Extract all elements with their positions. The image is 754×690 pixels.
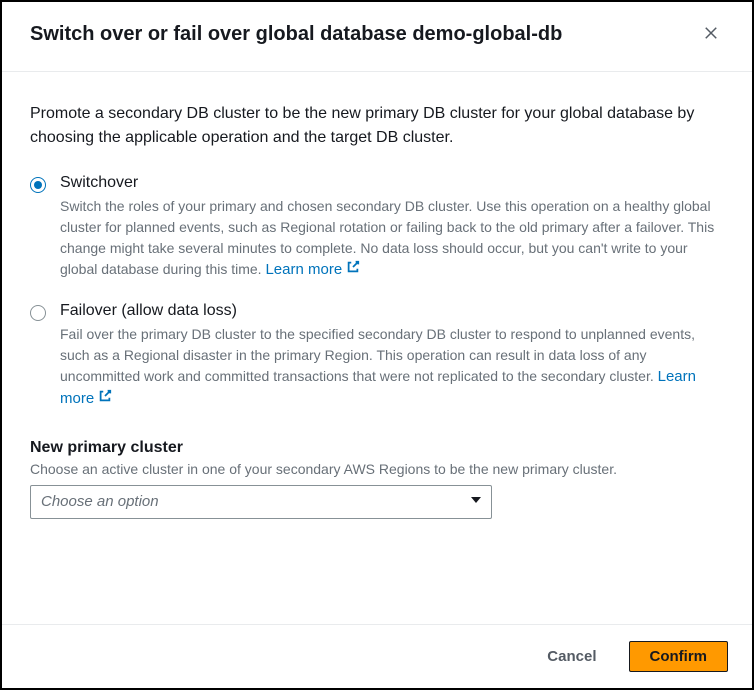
modal-body: Promote a secondary DB cluster to be the… xyxy=(2,72,752,624)
close-button[interactable] xyxy=(698,20,724,49)
external-link-icon xyxy=(98,388,112,411)
close-icon xyxy=(702,30,720,45)
cluster-field-label: New primary cluster xyxy=(30,439,724,457)
switchover-learn-more-link[interactable]: Learn more xyxy=(265,261,360,278)
switchover-description: Switch the roles of your primary and cho… xyxy=(60,196,724,282)
switchover-failover-modal: Switch over or fail over global database… xyxy=(2,2,752,688)
switchover-content: Switchover Switch the roles of your prim… xyxy=(60,174,724,282)
operation-radio-group: Switchover Switch the roles of your prim… xyxy=(30,174,724,411)
cluster-select[interactable]: Choose an option xyxy=(30,485,492,519)
modal-title: Switch over or fail over global database… xyxy=(30,23,562,46)
failover-description: Fail over the primary DB cluster to the … xyxy=(60,324,724,411)
cancel-button[interactable]: Cancel xyxy=(527,641,616,672)
confirm-button[interactable]: Confirm xyxy=(629,641,729,672)
modal-description: Promote a secondary DB cluster to be the… xyxy=(30,102,724,150)
switchover-label: Switchover xyxy=(60,174,724,192)
cluster-select-placeholder: Choose an option xyxy=(41,493,159,510)
failover-radio[interactable] xyxy=(30,305,48,323)
failover-content: Failover (allow data loss) Fail over the… xyxy=(60,302,724,411)
new-primary-cluster-field: New primary cluster Choose an active clu… xyxy=(30,439,724,519)
cluster-field-hint: Choose an active cluster in one of your … xyxy=(30,461,724,477)
cluster-select-wrap: Choose an option xyxy=(30,485,492,519)
failover-option[interactable]: Failover (allow data loss) Fail over the… xyxy=(30,302,724,411)
switchover-option[interactable]: Switchover Switch the roles of your prim… xyxy=(30,174,724,282)
modal-footer: Cancel Confirm xyxy=(2,624,752,688)
external-link-icon xyxy=(346,259,360,282)
modal-header: Switch over or fail over global database… xyxy=(2,2,752,72)
failover-label: Failover (allow data loss) xyxy=(60,302,724,320)
switchover-radio[interactable] xyxy=(30,177,48,195)
